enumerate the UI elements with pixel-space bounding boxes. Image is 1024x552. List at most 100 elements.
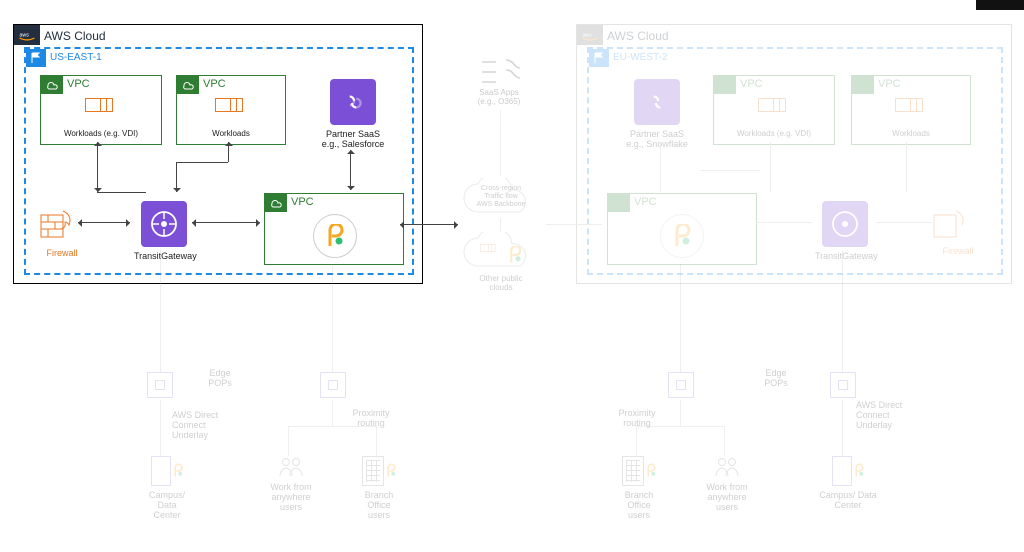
prosimo-mark-icon — [173, 456, 183, 486]
dc-underlay-label: AWS Direct Connect Underlay — [856, 400, 906, 430]
branch-office-left: Branch Office users — [352, 456, 406, 520]
vpc-icon — [177, 76, 199, 94]
building-icon — [362, 456, 384, 486]
edge-pop-icon — [147, 372, 173, 398]
vpc-icon — [41, 76, 63, 94]
edge-pop-left-1 — [147, 372, 173, 398]
vpc-caption: Workloads — [852, 129, 970, 138]
transit-gateway-icon — [141, 201, 187, 247]
edge-pop-label: Edge POPs — [756, 368, 796, 388]
cloud1-line3: AWS Backbone — [458, 201, 544, 209]
edge-pop-right-2 — [830, 372, 856, 398]
campus-data-center-right: Campus/ Data Center — [818, 456, 878, 510]
prosimo-mark-icon — [386, 456, 396, 486]
aws-cloud-title: AWS Cloud — [607, 29, 669, 43]
branch-label: Branch Office users — [352, 490, 406, 520]
dc-label: Campus/ Data Center — [140, 490, 194, 520]
transit-gateway-icon — [822, 201, 868, 247]
vpc-icon — [265, 194, 287, 212]
firewall-label: Firewall — [933, 246, 983, 256]
saas-apps-icon: SaaS Apps (e.g., O365) — [480, 54, 522, 84]
cloud2-label: Other public clouds — [458, 274, 544, 292]
region-right: EU-WEST-2 Partner SaaS e.g., Snowflake V… — [587, 47, 1003, 275]
transit-gateway-left: TransitGateway — [134, 201, 194, 261]
firewall-icon — [40, 207, 74, 241]
proximity-routing-label: Proximity routing — [346, 408, 396, 428]
transit-gateway-right: TransitGateway — [815, 201, 875, 261]
vpc-workloads: VPC Workloads — [176, 75, 286, 145]
region-left: US-EAST-1 VPC Workloads (e.g. VDI) VPC W… — [24, 47, 414, 275]
browser-tab-stub — [976, 0, 1024, 10]
workload-icon — [480, 244, 498, 259]
region-flag-icon — [589, 49, 609, 67]
tgw-label: TransitGateway — [815, 251, 875, 261]
aws-logo-icon: aws — [14, 25, 40, 45]
prosimo-icon — [660, 214, 704, 258]
work-from-anywhere-left: Work from anywhere users — [264, 456, 318, 512]
vpc-workloads-vdi: VPC Workloads (e.g. VDI) — [40, 75, 162, 145]
work-from-anywhere-right: Work from anywhere users — [700, 456, 754, 512]
edge-pop-right-1 — [668, 372, 694, 398]
firewall-right: Firewall — [933, 207, 983, 256]
dc-label: Campus/ Data Center — [818, 490, 878, 510]
workload-icon — [85, 98, 117, 126]
saas-link-icon — [330, 79, 376, 125]
svg-text:aws: aws — [20, 33, 30, 39]
saas-apps-label: SaaS Apps (e.g., O365) — [464, 88, 534, 106]
edge-pop-icon — [668, 372, 694, 398]
vpc-caption: Workloads (e.g. VDI) — [41, 129, 161, 138]
firewall-icon — [933, 207, 967, 241]
vpc-workloads-right: VPC Workloads — [851, 75, 971, 145]
vpc-title: VPC — [291, 196, 314, 208]
region-label: EU-WEST-2 — [613, 52, 667, 63]
saas-link-icon — [634, 79, 680, 125]
building-icon — [622, 456, 644, 486]
saas-label: Partner SaaS e.g., Snowflake — [621, 129, 693, 149]
workload-icon — [895, 98, 927, 126]
region-label: US-EAST-1 — [50, 52, 102, 63]
campus-data-center-left: Campus/ Data Center — [140, 456, 194, 520]
edge-pop-icon — [830, 372, 856, 398]
firewall-label: Firewall — [40, 248, 84, 258]
vpc-title: VPC — [67, 78, 90, 90]
vpc-title: VPC — [740, 78, 763, 90]
aws-cloud-left: aws AWS Cloud US-EAST-1 VPC Workloads (e… — [13, 24, 423, 284]
wfa-label: Work from anywhere users — [264, 482, 318, 512]
vpc-caption: Workloads (e.g. VDI) — [714, 129, 834, 138]
wfa-label: Work from anywhere users — [700, 482, 754, 512]
partner-saas-snowflake: Partner SaaS e.g., Snowflake — [621, 79, 693, 149]
svg-text:aws: aws — [583, 33, 593, 39]
server-icon — [151, 456, 171, 486]
prosimo-mark-icon — [646, 456, 656, 486]
vpc-title: VPC — [878, 78, 901, 90]
cloud-cross-region: Cross-region Traffic flow AWS Backbone — [458, 178, 544, 218]
vpc-prosimo-right: VPC — [607, 193, 757, 265]
partner-saas-salesforce: Partner SaaS e.g., Salesforce — [318, 79, 388, 149]
vpc-icon — [608, 194, 630, 212]
vpc-workloads-vdi-right: VPC Workloads (e.g. VDI) — [713, 75, 835, 145]
vpc-title: VPC — [634, 196, 657, 208]
aws-logo-icon: aws — [577, 25, 603, 45]
dc-underlay-label: AWS Direct Connect Underlay — [172, 410, 222, 440]
cloud-other-public: Other public clouds — [458, 232, 544, 272]
workload-icon — [758, 98, 790, 126]
vpc-prosimo-left: VPC — [264, 193, 404, 265]
aws-cloud-right: aws AWS Cloud EU-WEST-2 Partner SaaS e.g… — [576, 24, 1012, 284]
edge-pop-icon — [320, 372, 346, 398]
tgw-label: TransitGateway — [134, 251, 194, 261]
vpc-icon — [852, 76, 874, 94]
edge-pop-left-2 — [320, 372, 346, 398]
aws-cloud-title: AWS Cloud — [44, 29, 106, 43]
edge-pop-label: Edge POPs — [200, 368, 240, 388]
firewall-left: Firewall — [40, 207, 84, 258]
vpc-title: VPC — [203, 78, 226, 90]
prosimo-icon — [313, 214, 357, 258]
users-icon — [278, 456, 304, 478]
region-flag-icon — [26, 49, 46, 67]
server-icon — [832, 456, 852, 486]
proximity-routing-label: Proximity routing — [612, 408, 662, 428]
users-icon — [714, 456, 740, 478]
branch-office-right: Branch Office users — [612, 456, 666, 520]
cloud1-line2: Traffic flow — [458, 193, 544, 201]
cloud1-line1: Cross-region — [458, 185, 544, 193]
